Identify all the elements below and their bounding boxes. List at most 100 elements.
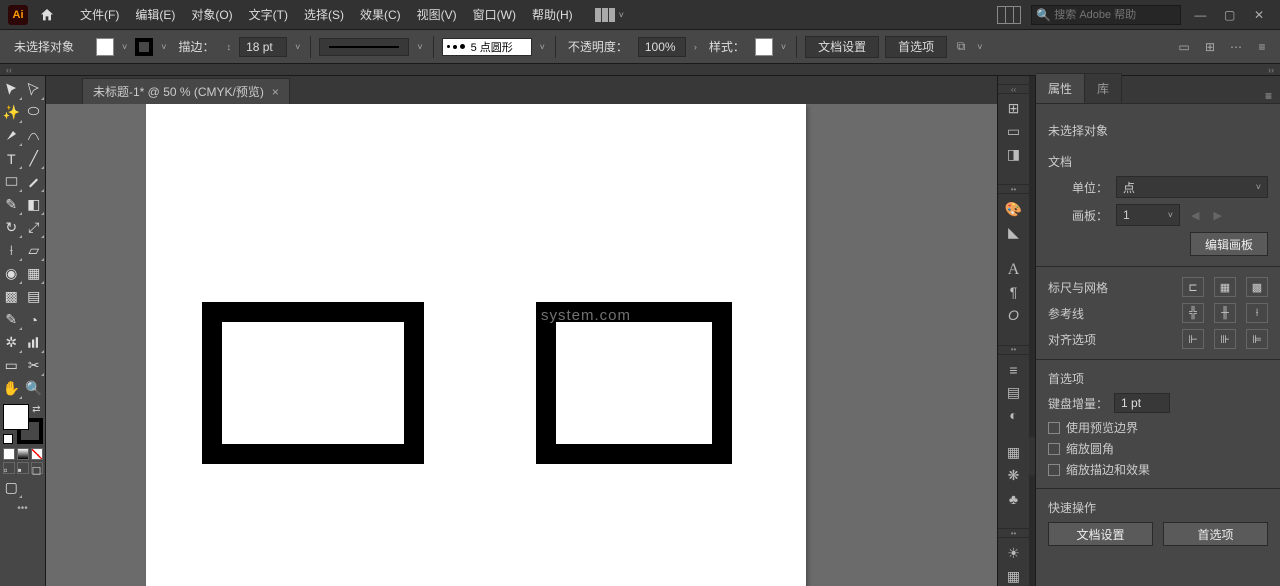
transparency-grid-icon[interactable]: ▩ — [1246, 277, 1268, 297]
width-tool[interactable]: ⟊ — [0, 239, 23, 262]
maximize-button[interactable]: ▢ — [1217, 8, 1243, 22]
qa-preferences-button[interactable]: 首选项 — [1163, 522, 1268, 546]
magic-wand-tool[interactable]: ✨ — [0, 101, 23, 124]
line-tool[interactable]: ╱ — [23, 147, 46, 170]
menu-file[interactable]: 文件(F) — [72, 0, 127, 30]
stroke-profile[interactable] — [319, 38, 409, 56]
fill-swatch[interactable] — [96, 38, 114, 56]
edit-toolbar-icon[interactable] — [23, 476, 46, 499]
dock-collapse-icon[interactable]: ‹‹ — [998, 84, 1029, 94]
opacity-input[interactable]: 100% — [638, 37, 686, 57]
minimize-button[interactable]: — — [1187, 8, 1213, 22]
direct-selection-tool[interactable] — [23, 78, 46, 101]
default-fill-stroke-icon[interactable] — [3, 434, 13, 444]
menu-window[interactable]: 窗口(W) — [465, 0, 524, 30]
brushes-panel-icon[interactable]: ☀ — [1002, 543, 1026, 563]
slice-tool[interactable]: ✂ — [23, 354, 46, 377]
document-tab[interactable]: 未标题-1* @ 50 % (CMYK/预览) × — [82, 78, 290, 104]
chevron-down-icon[interactable]: ˅ — [538, 42, 547, 52]
blend-tool[interactable]: ◔ — [23, 308, 46, 331]
preferences-button[interactable]: 首选项 — [885, 36, 947, 58]
menu-view[interactable]: 视图(V) — [409, 0, 465, 30]
edit-artboards-button[interactable]: 编辑画板 — [1190, 232, 1268, 256]
symbols-panel-icon[interactable]: ♣ — [1002, 489, 1026, 509]
tab-library[interactable]: 库 — [1085, 73, 1122, 103]
canvas[interactable]: system.com — [46, 104, 997, 586]
transform-panel-icon[interactable]: ◨ — [1002, 145, 1026, 165]
grid-icon[interactable]: ▦ — [1214, 277, 1236, 297]
eraser-tool[interactable]: ◧ — [23, 193, 46, 216]
gradient-tool[interactable]: ▤ — [23, 285, 46, 308]
chevron-down-icon[interactable]: ˅ — [159, 42, 168, 52]
menu-effect[interactable]: 效果(C) — [352, 0, 409, 30]
appearance-panel-icon[interactable]: ▦ — [1002, 443, 1026, 463]
menu-select[interactable]: 选择(S) — [296, 0, 352, 30]
menu-edit[interactable]: 编辑(E) — [127, 0, 183, 30]
pen-tool[interactable] — [0, 124, 23, 147]
align-icon[interactable]: ▭ — [1176, 39, 1192, 55]
menu-help[interactable]: 帮助(H) — [524, 0, 581, 30]
column-graph-tool[interactable] — [23, 331, 46, 354]
workspace-switcher-icon[interactable] — [997, 6, 1021, 24]
perspective-tool[interactable]: ▦ — [23, 262, 46, 285]
gradient-mode-icon[interactable] — [17, 448, 29, 460]
stroke-weight-input[interactable]: 18 pt — [239, 37, 287, 57]
brush-definition[interactable]: 5 点圆形 — [442, 38, 532, 56]
swatches-panel-icon[interactable]: ▦ — [1002, 566, 1026, 586]
key-increment-input[interactable] — [1114, 393, 1170, 413]
link-icon[interactable]: ↕ — [225, 42, 234, 52]
chevron-down-icon[interactable]: ˅ — [779, 42, 788, 52]
fill-stroke-control[interactable]: ⇄ — [3, 404, 43, 444]
panel-menu-icon[interactable]: ≡ — [1257, 89, 1280, 103]
guides-visibility-icon[interactable]: ╬ — [1182, 303, 1204, 323]
symbol-sprayer-tool[interactable]: ✲ — [0, 331, 23, 354]
rectangle-shape[interactable] — [536, 302, 732, 464]
shaper-tool[interactable]: ✎ — [0, 193, 23, 216]
smart-guides-icon[interactable]: ⟊ — [1246, 303, 1268, 323]
free-transform-tool[interactable]: ▱ — [23, 239, 46, 262]
scroll-thumb[interactable] — [1029, 436, 1035, 476]
guides-lock-icon[interactable]: ╫ — [1214, 303, 1236, 323]
tab-properties[interactable]: 属性 — [1036, 73, 1085, 103]
paintbrush-tool[interactable] — [23, 170, 46, 193]
stroke-panel-icon[interactable]: ≡ — [1002, 360, 1026, 380]
collapse-right-icon[interactable]: ›› — [1268, 65, 1274, 75]
color-guide-panel-icon[interactable]: ◣ — [1002, 222, 1026, 242]
draw-inside-icon[interactable]: ◻ — [31, 462, 43, 474]
eyedropper-tool[interactable]: ✎ — [0, 308, 23, 331]
panel-menu-icon[interactable]: ≡ — [1254, 39, 1270, 55]
options-icon[interactable]: ⋯ — [1228, 39, 1244, 55]
style-swatch[interactable] — [755, 38, 773, 56]
chevron-down-icon[interactable]: ˅ — [415, 42, 424, 52]
selection-tool[interactable] — [0, 78, 23, 101]
chevron-down-icon[interactable]: ˅ — [975, 42, 984, 52]
edit-toolbar-button[interactable]: ••• — [0, 503, 45, 514]
chevron-down-icon[interactable]: ˅ — [293, 42, 302, 52]
type-tool[interactable]: T — [0, 147, 23, 170]
none-mode-icon[interactable] — [31, 448, 43, 460]
qa-document-setup-button[interactable]: 文档设置 — [1048, 522, 1153, 546]
mesh-tool[interactable]: ▩ — [0, 285, 23, 308]
scale-tool[interactable]: ⤢ — [23, 216, 46, 239]
artboard-tool[interactable]: ▭ — [0, 354, 23, 377]
artboard-select[interactable]: 1˅ — [1116, 204, 1180, 226]
help-search-input[interactable] — [1054, 9, 1164, 21]
arrange-docs-icon[interactable] — [595, 8, 615, 22]
paragraph-panel-icon[interactable]: ¶ — [1002, 282, 1026, 302]
color-panel-icon[interactable]: 🎨 — [1002, 199, 1026, 219]
menu-type[interactable]: 文字(T) — [241, 0, 296, 30]
close-button[interactable]: ✕ — [1246, 8, 1272, 22]
draw-normal-icon[interactable]: ▫ — [3, 462, 15, 474]
close-tab-icon[interactable]: × — [272, 85, 279, 99]
hand-tool[interactable]: ✋ — [0, 377, 23, 400]
snap-point-icon[interactable]: ⊪ — [1214, 329, 1236, 349]
draw-behind-icon[interactable]: ▪ — [17, 462, 29, 474]
units-select[interactable]: 点˅ — [1116, 176, 1268, 198]
transform-icon[interactable]: ⊞ — [1202, 39, 1218, 55]
use-preview-bounds-checkbox[interactable]: 使用预览边界 — [1048, 419, 1268, 436]
curvature-tool[interactable] — [23, 124, 46, 147]
document-setup-button[interactable]: 文档设置 — [805, 36, 879, 58]
zoom-tool[interactable]: 🔍 — [23, 377, 46, 400]
swap-fill-stroke-icon[interactable]: ⇄ — [32, 404, 40, 415]
snap-pixel-icon[interactable]: ⊩ — [1182, 329, 1204, 349]
